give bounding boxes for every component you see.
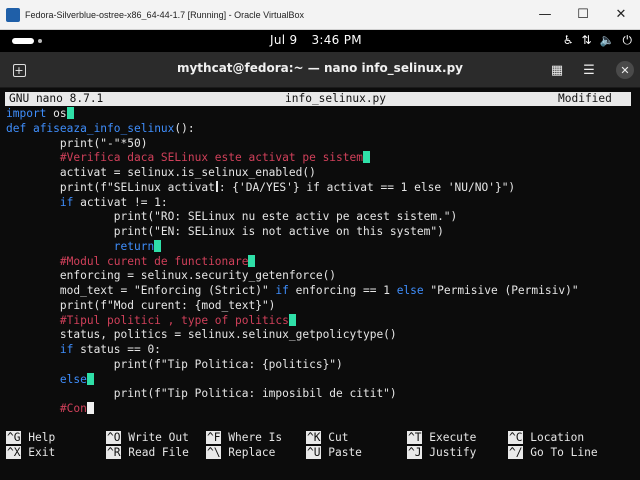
shortcut-go-to-line[interactable]: ^/ Go To Line bbox=[508, 445, 598, 460]
tab-overview-button[interactable]: ▦ bbox=[546, 59, 568, 81]
network-icon: ⇅ bbox=[581, 33, 592, 47]
nano-status: Modified bbox=[558, 92, 612, 105]
code-line: activat = selinux.is_selinux_enabled() bbox=[6, 166, 316, 179]
edit-cursor bbox=[86, 402, 94, 414]
shortcut-read-file[interactable]: ^R Read File bbox=[106, 445, 189, 460]
nano-title-bar: GNU nano 8.7.1 info_selinux.py Modified bbox=[5, 92, 631, 106]
terminal-body[interactable]: GNU nano 8.7.1 info_selinux.py Modified … bbox=[0, 88, 640, 480]
hamburger-icon: ☰ bbox=[583, 62, 595, 78]
system-tray[interactable]: ♿ ⇅ 🔈 ⏻ bbox=[563, 33, 632, 48]
minimize-button[interactable]: — bbox=[526, 0, 564, 30]
code-line: #Modul curent de functionare bbox=[6, 254, 579, 270]
code-line: def afiseaza_info_selinux(): bbox=[6, 121, 195, 135]
code-line: #Tipul politici , type of politics bbox=[6, 313, 579, 329]
workspace-indicator-icon bbox=[12, 38, 34, 44]
shortcut-replace[interactable]: ^\ Replace bbox=[206, 445, 275, 460]
terminal-title: mythcat@fedora:~ — nano info_selinux.py bbox=[176, 61, 463, 75]
grid-icon: ▦ bbox=[550, 62, 564, 78]
terminal-close-button[interactable]: ✕ bbox=[616, 61, 634, 79]
code-line: print(f"Mod curent: {mod_text}") bbox=[6, 298, 276, 312]
maximize-button[interactable]: ☐ bbox=[564, 0, 602, 30]
code-line: print(f"SELinux activat: {'DA/YES'} if a… bbox=[6, 180, 516, 194]
text-cursor-icon bbox=[215, 180, 218, 192]
shortcut-cut[interactable]: ^K Cut bbox=[306, 430, 348, 445]
code-line: print(f"Tip Politica: {politics}") bbox=[6, 357, 343, 371]
clock-date: Jul 9 bbox=[270, 33, 298, 47]
shortcut-location[interactable]: ^C Location bbox=[508, 430, 584, 445]
shortcut-justify[interactable]: ^J Justify bbox=[407, 445, 476, 460]
volume-icon: 🔈 bbox=[599, 33, 615, 47]
vbox-window-title: Fedora-Silverblue-ostree-x86_64-44-1.7 [… bbox=[25, 9, 304, 20]
code-line: status, politics = selinux.selinux_getpo… bbox=[6, 328, 397, 342]
close-icon: ✕ bbox=[620, 63, 630, 77]
code-line: print(f"Tip Politica: imposibil de citit… bbox=[6, 387, 397, 401]
code-editor[interactable]: import os def afiseaza_info_selinux(): p… bbox=[6, 107, 579, 417]
nano-version: GNU nano 8.7.1 bbox=[9, 92, 104, 105]
code-line: if status == 0: bbox=[6, 343, 161, 356]
workspace-dot-icon bbox=[38, 39, 42, 43]
code-line: print("-"*50) bbox=[6, 136, 148, 150]
clock[interactable]: Jul 9 3:46 PM bbox=[270, 33, 376, 47]
code-line: print("EN: SELinux is not active on this… bbox=[6, 225, 444, 238]
menu-button[interactable]: ☰ bbox=[578, 59, 600, 81]
shortcut-where-is[interactable]: ^F Where Is bbox=[206, 430, 282, 445]
code-line: print("RO: SELinux nu este activ pe aces… bbox=[6, 210, 458, 224]
accessibility-icon: ♿ bbox=[562, 33, 574, 47]
shortcut-write-out[interactable]: ^O Write Out bbox=[106, 430, 189, 445]
code-line: else bbox=[6, 372, 579, 388]
code-line: if activat != 1: bbox=[6, 195, 168, 209]
code-line: enforcing = selinux.security_getenforce(… bbox=[6, 269, 337, 283]
code-line: import os bbox=[6, 107, 579, 122]
activities-button[interactable] bbox=[12, 38, 42, 44]
code-line: mod_text = "Enforcing (Strict)" if enfor… bbox=[6, 284, 579, 297]
shortcut-exit[interactable]: ^X Exit bbox=[6, 445, 55, 460]
shortcut-help[interactable]: ^G Help bbox=[6, 430, 55, 445]
gnome-top-bar: Jul 9 3:46 PM ♿ ⇅ 🔈 ⏻ bbox=[0, 30, 640, 52]
clock-time: 3:46 PM bbox=[311, 33, 362, 47]
virtualbox-icon bbox=[6, 7, 20, 22]
shortcut-paste[interactable]: ^U Paste bbox=[306, 445, 362, 460]
code-line: return bbox=[6, 239, 579, 255]
nano-filename: info_selinux.py bbox=[285, 92, 387, 105]
power-icon: ⏻ bbox=[622, 33, 633, 47]
terminal-headerbar: + mythcat@fedora:~ — nano info_selinux.p… bbox=[0, 52, 640, 88]
vbox-titlebar: Fedora-Silverblue-ostree-x86_64-44-1.7 [… bbox=[0, 0, 640, 30]
shortcut-execute[interactable]: ^T Execute bbox=[407, 430, 476, 445]
nano-shortcut-bar: ^G Help ^O Write Out ^F Where Is ^K Cut … bbox=[6, 430, 636, 460]
code-line: #Verifica daca SELinux este activat pe s… bbox=[6, 151, 579, 166]
close-button[interactable]: ✕ bbox=[602, 0, 640, 30]
code-line: #Con bbox=[6, 402, 579, 417]
